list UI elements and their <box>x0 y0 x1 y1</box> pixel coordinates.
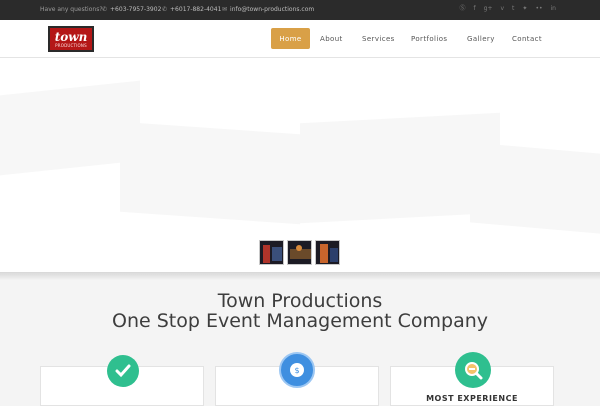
skype-icon[interactable]: Ⓢ <box>460 5 466 13</box>
top-bar: Have any questions? ✆ +603-7957-3902 ✆ +… <box>0 0 600 20</box>
hero-shadow <box>0 272 600 280</box>
slider-thumbnails <box>259 240 340 265</box>
linkedin-icon[interactable]: in <box>551 5 556 13</box>
feature-card-3-label: MOST EXPERIENCE <box>426 394 518 403</box>
google-plus-icon[interactable]: g+ <box>484 5 493 13</box>
hero-bg-shape <box>470 142 600 234</box>
page-subtitle: One Stop Event Management Company <box>111 310 489 332</box>
slide-thumb-1[interactable] <box>259 240 284 265</box>
page-title: Town Productions <box>217 290 383 312</box>
facebook-icon[interactable]: f <box>474 5 476 13</box>
twitter-icon[interactable]: t <box>512 5 514 13</box>
questions-text: Have any questions? <box>40 6 103 13</box>
phone-2-text: +6017-882-4041 <box>170 6 222 13</box>
checkmark-pen-icon <box>107 355 139 387</box>
vimeo-icon[interactable]: v <box>500 5 504 13</box>
nav-about[interactable]: About <box>320 28 343 49</box>
magnifier-icon <box>455 352 491 388</box>
nav-portfolios[interactable]: Portfolios <box>411 28 447 49</box>
money-cycle-icon: $ <box>279 352 315 388</box>
logo-sub: PRODUCTIONS <box>55 42 87 48</box>
svg-text:$: $ <box>294 366 299 375</box>
phone-icon: ✆ <box>162 6 168 13</box>
nav-services[interactable]: Services <box>362 28 395 49</box>
phone-icon: ✆ <box>102 6 108 13</box>
logo-word: town <box>54 29 88 44</box>
envelope-icon: ✉ <box>222 6 228 13</box>
nav-gallery[interactable]: Gallery <box>467 28 495 49</box>
nav-home[interactable]: Home <box>271 28 310 49</box>
flickr-icon[interactable]: •• <box>535 5 542 13</box>
hero-slider[interactable] <box>0 58 600 274</box>
email-text: info@town-productions.com <box>230 6 315 13</box>
slide-thumb-2[interactable] <box>287 240 312 265</box>
site-header: town PRODUCTIONS Home About Services Por… <box>0 20 600 58</box>
email-link[interactable]: ✉ info@town-productions.com <box>222 6 314 13</box>
phone-2[interactable]: ✆ +6017-882-4041 <box>162 6 221 13</box>
logo[interactable]: town PRODUCTIONS <box>48 26 94 52</box>
hero-bg-shape <box>120 121 300 225</box>
nav-contact[interactable]: Contact <box>512 28 542 49</box>
social-links: Ⓢ f g+ v t ✦ •• in <box>460 5 557 13</box>
slide-thumb-3[interactable] <box>315 240 340 265</box>
plus-icon[interactable]: ✦ <box>522 5 527 13</box>
hero-bg-shape <box>0 80 140 176</box>
phone-1[interactable]: ✆ +603-7957-3902 <box>102 6 161 13</box>
phone-1-text: +603-7957-3902 <box>110 6 162 13</box>
